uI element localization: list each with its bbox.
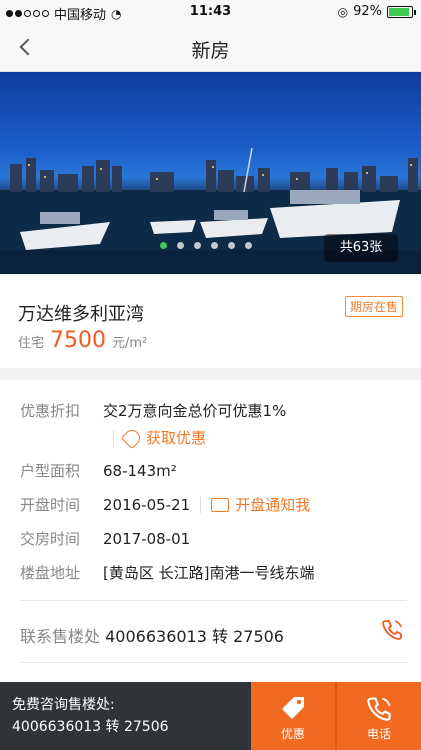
area-label: 户型面积 xyxy=(20,462,81,480)
carousel-indicator xyxy=(160,242,252,249)
get-discount-button[interactable]: 获取优惠 xyxy=(120,426,207,449)
estate-header: 万达维多利亚湾 期房在售 住宅 7500 元/m² xyxy=(0,274,421,368)
battery-percent: 92% xyxy=(353,4,382,19)
divider-line xyxy=(200,496,202,513)
bottom-action-bar: 免费咨询售楼处: 4006636013 转 27506 优惠 电话 xyxy=(0,682,421,750)
phone-icon[interactable] xyxy=(381,618,403,640)
carousel-dot[interactable] xyxy=(245,242,252,249)
status-right: ◎ 92% xyxy=(337,4,416,19)
consult-number: 4006636013 转 27506 xyxy=(12,719,169,735)
page-title: 新房 xyxy=(191,40,230,62)
notify-open-button[interactable]: 开盘通知我 xyxy=(211,494,310,515)
lock-rotation-icon: ◎ xyxy=(337,4,349,19)
divider-line xyxy=(113,429,114,446)
estate-name: 万达维多利亚湾 xyxy=(18,304,144,325)
megaphone-icon xyxy=(211,497,230,512)
delivery-value: 2017-08-01 xyxy=(103,529,191,548)
phone-icon xyxy=(367,697,391,721)
address-row[interactable]: 楼盘地址 [黄岛区 长江路]南港一号线东端 xyxy=(20,562,314,583)
call-button[interactable]: 电话 xyxy=(337,682,421,750)
area-row: 户型面积 68-143m² xyxy=(20,460,177,481)
address-value: [黄岛区 长江路]南港一号线东端 xyxy=(103,564,315,582)
delivery-row: 交房时间 2017-08-01 xyxy=(20,528,190,549)
consult-text: 免费咨询售楼处: 4006636013 转 27506 xyxy=(12,694,169,738)
photo-count-badge[interactable]: 共63张 xyxy=(324,234,398,262)
get-discount-label: 获取优惠 xyxy=(146,429,207,447)
status-bar: 中国移动 ◔ 11:43 ◎ 92% xyxy=(0,0,421,24)
carousel-dot[interactable] xyxy=(228,242,235,249)
coupon-label: 优惠 xyxy=(280,727,305,741)
open-date-row: 开盘时间 2016-05-21 开盘通知我 xyxy=(20,494,310,515)
consult-title: 免费咨询售楼处: xyxy=(12,697,115,713)
carousel-dot[interactable] xyxy=(160,242,167,249)
battery-fill xyxy=(389,7,410,16)
discount-value: 交2万意向金总价可优惠1% xyxy=(103,402,287,420)
price-type: 住宅 xyxy=(18,336,45,351)
coupon-button[interactable]: 优惠 xyxy=(251,682,335,750)
price-unit: 元/m² xyxy=(112,336,148,351)
open-date-label: 开盘时间 xyxy=(20,496,81,514)
carousel-dot[interactable] xyxy=(177,242,184,249)
section-divider xyxy=(20,662,407,663)
notify-open-label: 开盘通知我 xyxy=(235,496,311,514)
area-value: 68-143m² xyxy=(103,461,177,480)
contact-number: 4006636013 转 27506 xyxy=(105,627,284,646)
tag-icon xyxy=(120,426,144,449)
contact-row[interactable]: 联系售楼处 4006636013 转 27506 xyxy=(20,623,284,647)
discount-row: 优惠折扣 交2万意向金总价可优惠1% xyxy=(20,400,286,421)
open-date-value: 2016-05-21 xyxy=(103,495,191,514)
get-discount-row: 获取优惠 xyxy=(103,426,207,449)
nav-bar: 新房 xyxy=(0,24,421,72)
tag-icon xyxy=(282,697,304,719)
carousel-dot[interactable] xyxy=(211,242,218,249)
contact-label: 联系售楼处 xyxy=(20,627,101,646)
carousel-dot[interactable] xyxy=(194,242,201,249)
section-divider xyxy=(20,600,407,601)
discount-label: 优惠折扣 xyxy=(20,402,81,420)
call-label: 电话 xyxy=(366,727,391,741)
address-label: 楼盘地址 xyxy=(20,564,81,582)
battery-icon xyxy=(387,5,416,18)
estate-details: 优惠折扣 交2万意向金总价可优惠1% 获取优惠 户型面积 68-143m² 开盘… xyxy=(0,380,421,682)
photo-gallery[interactable]: 共63张 xyxy=(0,72,421,274)
price-row: 住宅 7500 元/m² xyxy=(18,328,147,353)
delivery-label: 交房时间 xyxy=(20,530,81,548)
price-value: 7500 xyxy=(50,328,107,353)
sale-status-badge: 期房在售 xyxy=(345,296,404,317)
